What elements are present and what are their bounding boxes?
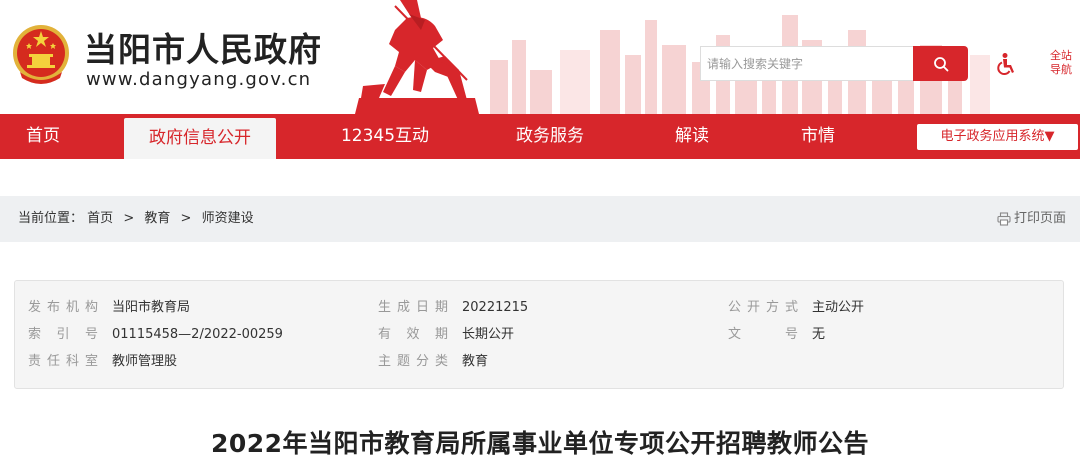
- breadcrumb-separator: >: [180, 211, 192, 226]
- search-box: [700, 46, 914, 81]
- site-navigation-link[interactable]: 全站导航: [1046, 49, 1076, 77]
- search-button[interactable]: [913, 46, 968, 81]
- nav-home[interactable]: 首页: [8, 114, 78, 159]
- site-url: www.dangyang.gov.cn: [86, 69, 312, 90]
- breadcrumb-bar: 当前位置： 首页 > 教育 > 师资建设 打印页面: [0, 196, 1080, 242]
- meta-publisher: 发布机构 当阳市教育局: [28, 300, 191, 315]
- site-name: 当阳市人民政府: [84, 30, 322, 69]
- meta-disclosure-method: 公开方式 主动公开: [728, 300, 865, 315]
- meta-generated-date: 生成日期 20221215: [378, 300, 529, 315]
- national-emblem-icon: [13, 25, 69, 84]
- printer-icon: [997, 212, 1011, 226]
- breadcrumb-education[interactable]: 教育: [144, 211, 170, 226]
- nav-gov-services[interactable]: 政务服务: [500, 114, 600, 159]
- breadcrumb-separator: >: [123, 211, 135, 226]
- search-icon: [933, 56, 948, 71]
- nav-city-profile[interactable]: 市情: [788, 114, 848, 159]
- nav-gov-info-disclosure[interactable]: 政府信息公开: [124, 118, 276, 159]
- meta-responsible-department: 责任科室 教师管理股: [28, 354, 178, 369]
- meta-document-number: 文号无: [728, 327, 826, 342]
- meta-topic-category: 主题分类 教育: [378, 354, 489, 369]
- nav-interpretation[interactable]: 解读: [662, 114, 722, 159]
- print-page-label: 打印页面: [1013, 211, 1066, 226]
- breadcrumb: 当前位置： 首页 > 教育 > 师资建设: [18, 196, 254, 242]
- site-header: 当阳市人民政府 www.dangyang.gov.cn 全站导航: [0, 0, 1080, 114]
- print-page-link[interactable]: 打印页面: [997, 196, 1066, 242]
- meta-validity: 有效期 长期公开: [378, 327, 515, 342]
- breadcrumb-home[interactable]: 首页: [87, 211, 113, 226]
- egov-systems-dropdown[interactable]: 电子政务应用系统▼: [917, 124, 1078, 150]
- document-metadata-table: 发布机构 当阳市教育局 生成日期 20221215 公开方式 主动公开 索引号 0111…: [14, 280, 1064, 389]
- horse-rider-statue-illustration: [355, 0, 479, 114]
- article-title: 2022年当阳市教育局所属事业单位专项公开招聘教师公告: [210, 429, 870, 458]
- breadcrumb-prefix: 当前位置：: [18, 211, 84, 226]
- nav-12345-interaction[interactable]: 12345互动: [330, 114, 440, 159]
- meta-index-number: 索引号 01115458—2/2022-00259: [28, 327, 283, 342]
- breadcrumb-teacher-development[interactable]: 师资建设: [202, 211, 254, 226]
- accessibility-icon[interactable]: [994, 52, 1018, 76]
- search-input[interactable]: [701, 47, 914, 80]
